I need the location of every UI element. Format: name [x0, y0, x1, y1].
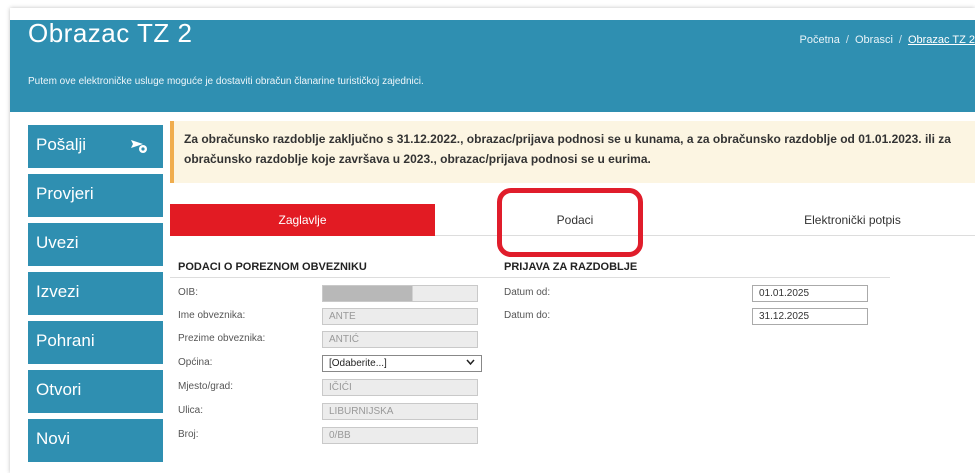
first-name-label: Ime obveznika:	[178, 310, 246, 321]
house-number-label: Broj:	[178, 429, 199, 440]
sidebar-button-save[interactable]: Pohrani	[28, 321, 163, 364]
page-header: Obrazac TZ 2 Putem ove elektroničke uslu…	[10, 18, 975, 112]
city-field[interactable]: IČIĆI	[322, 379, 478, 396]
city-label: Mjesto/grad:	[178, 381, 234, 392]
date-from-field[interactable]: 01.01.2025	[752, 285, 868, 302]
tab-podaci-highlight	[497, 188, 643, 257]
date-to-label: Datum do:	[504, 310, 551, 321]
street-field[interactable]: LIBURNIJSKA	[322, 403, 478, 420]
oib-label: OIB:	[178, 287, 199, 298]
sidebar: Pošalji Provjeri Uvezi Izvezi Pohrani Ot…	[28, 125, 163, 468]
municipality-select-value: [Odaberite...]	[329, 358, 387, 369]
breadcrumb-separator: /	[898, 34, 902, 46]
oib-field[interactable]	[322, 285, 478, 302]
send-settings-icon	[129, 137, 149, 155]
period-section-title: PRIJAVA ZA RAZDOBLJE	[504, 261, 638, 273]
sidebar-button-open[interactable]: Otvori	[28, 370, 163, 413]
page-subtitle: Putem ove elektroničke usluge moguće je …	[28, 76, 424, 87]
sidebar-button-check[interactable]: Provjeri	[28, 174, 163, 217]
sidebar-button-label: Pohrani	[36, 331, 95, 350]
sidebar-button-label: Izvezi	[36, 282, 80, 301]
sidebar-button-label: Provjeri	[36, 184, 94, 203]
sidebar-button-label: Uvezi	[36, 233, 79, 252]
page-frame: Obrazac TZ 2 Putem ove elektroničke uslu…	[10, 8, 975, 473]
first-name-field[interactable]: ANTE	[322, 308, 478, 325]
currency-notice: Za obračunsko razdoblje zaključno s 31.1…	[170, 121, 975, 183]
sidebar-button-send[interactable]: Pošalji	[28, 125, 163, 168]
chevron-down-icon	[466, 357, 475, 370]
sidebar-button-label: Pošalji	[36, 135, 87, 154]
date-from-label: Datum od:	[504, 287, 551, 298]
sidebar-button-label: Novi	[36, 429, 71, 448]
sidebar-button-export[interactable]: Izvezi	[28, 272, 163, 315]
taxpayer-section-title: PODACI O POREZNOM OBVEZNIKU	[178, 261, 367, 273]
house-number-field[interactable]: 0/BB	[322, 427, 478, 444]
breadcrumb-forms[interactable]: Obrasci	[855, 34, 893, 46]
breadcrumb-current[interactable]: Obrazac TZ 2	[908, 34, 975, 46]
municipality-label: Općina:	[178, 357, 213, 368]
municipality-select[interactable]: [Odaberite...]	[322, 355, 482, 372]
last-name-label: Prezime obveznika:	[178, 333, 266, 344]
tab-electronic-signature[interactable]: Elektronički potpis	[730, 204, 975, 236]
date-to-field[interactable]: 31.12.2025	[752, 308, 868, 325]
section-divider	[170, 277, 890, 278]
breadcrumb: Početna / Obrasci / Obrazac TZ 2	[800, 34, 975, 46]
page-title: Obrazac TZ 2	[28, 18, 193, 48]
sidebar-button-label: Otvori	[36, 380, 82, 399]
sidebar-button-new[interactable]: Novi	[28, 419, 163, 462]
breadcrumb-home[interactable]: Početna	[800, 34, 840, 46]
sidebar-button-import[interactable]: Uvezi	[28, 223, 163, 266]
street-label: Ulica:	[178, 405, 204, 416]
tab-zaglavlje[interactable]: Zaglavlje	[170, 204, 435, 236]
last-name-field[interactable]: ANTIĆ	[322, 331, 478, 348]
breadcrumb-separator: /	[845, 34, 849, 46]
